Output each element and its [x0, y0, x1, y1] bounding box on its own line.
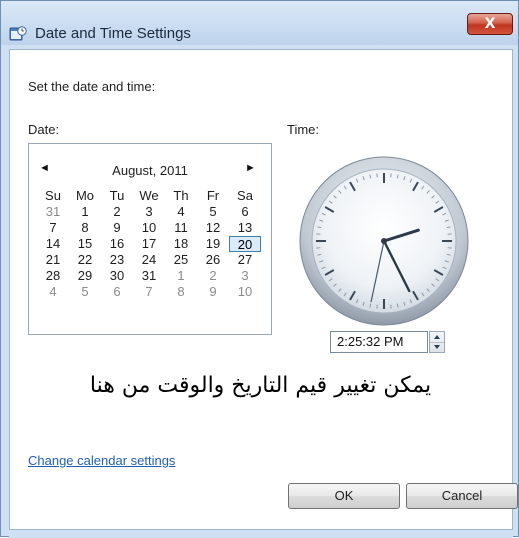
calendar-day[interactable]: 19 — [197, 236, 229, 252]
cancel-button[interactable]: Cancel — [406, 483, 518, 509]
spin-down-icon — [434, 345, 440, 349]
calendar-day[interactable]: 11 — [165, 220, 197, 236]
calendar-day[interactable]: 12 — [197, 220, 229, 236]
title-bar[interactable]: Date and Time Settings X — [1, 1, 518, 45]
next-month-icon[interactable]: ► — [245, 162, 256, 174]
calendar-day[interactable]: 4 — [37, 284, 69, 300]
calendar-day[interactable]: 4 — [165, 204, 197, 220]
calendar-day[interactable]: 5 — [69, 284, 101, 300]
calendar-day[interactable]: 16 — [101, 236, 133, 252]
calendar-day[interactable]: 3 — [229, 268, 261, 284]
calendar-day[interactable]: 28 — [37, 268, 69, 284]
calendar-day[interactable]: 7 — [133, 284, 165, 300]
time-decrement-button[interactable] — [430, 342, 444, 352]
calendar-day[interactable]: 24 — [133, 252, 165, 268]
calendar-day[interactable]: 18 — [165, 236, 197, 252]
calendar-day[interactable]: 26 — [197, 252, 229, 268]
instruction-text: Set the date and time: — [28, 79, 155, 94]
analog-clock — [298, 155, 470, 327]
calendar-day[interactable]: 10 — [133, 220, 165, 236]
calendar-day[interactable]: 25 — [165, 252, 197, 268]
spin-up-icon — [434, 335, 440, 339]
calendar-day[interactable]: 9 — [101, 220, 133, 236]
calendar-day[interactable]: 23 — [101, 252, 133, 268]
calendar-day[interactable]: 21 — [37, 252, 69, 268]
clock-center — [381, 238, 387, 244]
calendar-day[interactable]: 8 — [69, 220, 101, 236]
time-input[interactable]: 2:25:32 PM — [330, 331, 428, 353]
calendar-day[interactable]: 6 — [229, 204, 261, 220]
calendar-day-header: Su — [37, 188, 69, 204]
calendar-day[interactable]: 13 — [229, 220, 261, 236]
calendar-month-title[interactable]: August, 2011 — [29, 163, 271, 178]
calendar-day[interactable]: 10 — [229, 284, 261, 300]
calendar-day[interactable]: 30 — [101, 268, 133, 284]
calendar-day[interactable]: 1 — [69, 204, 101, 220]
calendar-day[interactable]: 2 — [197, 268, 229, 284]
time-spinner[interactable] — [429, 331, 445, 353]
ok-button[interactable]: OK — [288, 483, 400, 509]
calendar-day-header: Fr — [197, 188, 229, 204]
calendar-day[interactable]: 20 — [229, 236, 261, 252]
calendar-day[interactable]: 15 — [69, 236, 101, 252]
calendar-day-header: Th — [165, 188, 197, 204]
change-calendar-settings-link[interactable]: Change calendar settings — [28, 453, 175, 468]
calendar-day-header: Tu — [101, 188, 133, 204]
calendar-day[interactable]: 5 — [197, 204, 229, 220]
window-title: Date and Time Settings — [35, 25, 191, 42]
calendar-day[interactable]: 1 — [165, 268, 197, 284]
calendar-day[interactable]: 3 — [133, 204, 165, 220]
calendar-day[interactable]: 27 — [229, 252, 261, 268]
calendar-day-header: Mo — [69, 188, 101, 204]
date-time-app-icon — [9, 25, 27, 43]
calendar-day[interactable]: 9 — [197, 284, 229, 300]
calendar-day[interactable]: 31 — [133, 268, 165, 284]
calendar-day[interactable]: 31 — [37, 204, 69, 220]
calendar-day[interactable]: 14 — [37, 236, 69, 252]
date-label: Date: — [28, 122, 59, 137]
calendar-day[interactable]: 17 — [133, 236, 165, 252]
calendar-grid: SuMoTuWeThFrSa31123456789101112131415161… — [37, 188, 261, 300]
close-button[interactable]: X — [467, 13, 513, 35]
calendar-day[interactable]: 22 — [69, 252, 101, 268]
calendar-day[interactable]: 6 — [101, 284, 133, 300]
calendar: ◄ August, 2011 ► SuMoTuWeThFrSa311234567… — [28, 143, 272, 335]
arabic-annotation: يمكن تغيير قيم التاريخ والوقت من هنا — [1, 373, 519, 398]
close-icon: X — [468, 14, 512, 34]
time-label: Time: — [287, 122, 319, 137]
calendar-day-header: Sa — [229, 188, 261, 204]
calendar-day-header: We — [133, 188, 165, 204]
date-time-settings-window: Date and Time Settings X Set the date an… — [0, 0, 519, 537]
calendar-day[interactable]: 7 — [37, 220, 69, 236]
calendar-day[interactable]: 29 — [69, 268, 101, 284]
calendar-day[interactable]: 2 — [101, 204, 133, 220]
calendar-day[interactable]: 8 — [165, 284, 197, 300]
